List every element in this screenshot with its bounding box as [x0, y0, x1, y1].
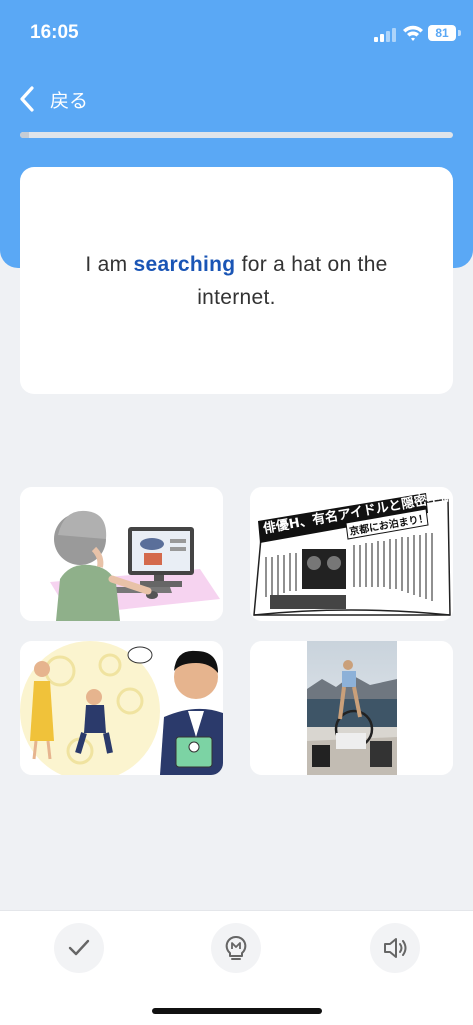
check-button[interactable]	[54, 923, 104, 973]
home-indicator	[152, 1008, 322, 1014]
newspaper-illustration: 俳優H、有名アイドルと隠密不倫！ 京都にお泊まり！	[250, 487, 453, 621]
status-time: 16:05	[30, 22, 79, 43]
back-label: 戻る	[50, 89, 89, 112]
answer-choice-3[interactable]	[20, 641, 223, 775]
speaker-icon	[384, 938, 407, 958]
battery-indicator: 81	[428, 25, 456, 41]
sentence-card: I am searching for a hat on the internet…	[20, 167, 453, 394]
audio-button[interactable]	[370, 923, 420, 973]
sentence-text: I am searching for a hat on the internet…	[47, 248, 427, 314]
back-button[interactable]: 戻る	[18, 84, 88, 114]
woman-on-boat-photo	[250, 641, 453, 775]
sentence-keyword: searching	[133, 252, 236, 276]
battery-nub	[458, 30, 461, 36]
hint-bulb-icon	[225, 935, 247, 960]
woman-at-computer-illustration	[20, 487, 223, 621]
status-bar: 16:05 81	[0, 0, 473, 68]
answer-choice-2[interactable]: 俳優H、有名アイドルと隠密不倫！ 京都にお泊まり！	[250, 487, 453, 621]
check-icon	[68, 939, 90, 956]
answer-choice-4[interactable]	[250, 641, 453, 775]
progress-fill	[20, 132, 29, 138]
progress-bar	[20, 132, 453, 138]
proposal-illustration	[20, 641, 223, 775]
wifi-icon	[403, 25, 423, 41]
sentence-before: I am	[85, 252, 128, 276]
hint-button[interactable]	[211, 923, 261, 973]
cellular-signal-icon	[374, 28, 396, 42]
answer-choice-1[interactable]	[20, 487, 223, 621]
chevron-left-icon	[20, 86, 34, 112]
